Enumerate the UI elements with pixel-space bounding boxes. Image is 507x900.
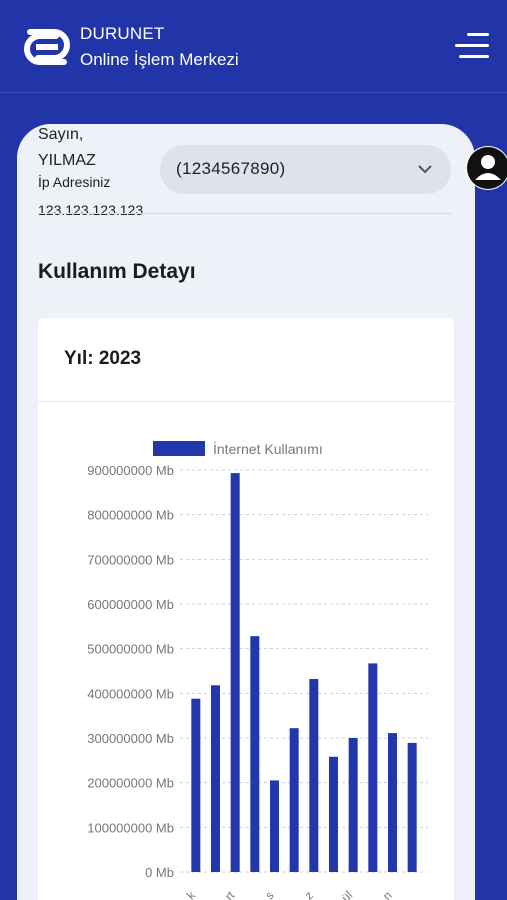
legend-swatch (153, 441, 205, 456)
y-tick-label: 100000000 Mb (87, 820, 174, 835)
bar (230, 473, 240, 872)
x-tick-label: s (262, 888, 276, 900)
x-tick-label: k (184, 888, 199, 900)
bar (270, 780, 279, 872)
y-tick-label: 500000000 Mb (87, 642, 174, 657)
x-tick-label: rt (222, 888, 238, 900)
y-tick-label: 300000000 Mb (87, 731, 174, 746)
y-tick-label: 0 Mb (145, 865, 174, 880)
y-tick-label: 200000000 Mb (87, 776, 174, 791)
y-tick-label: 900000000 Mb (87, 463, 174, 478)
x-tick-label: n (380, 888, 395, 900)
bar (368, 663, 378, 872)
bar (250, 636, 260, 872)
y-tick-label: 700000000 Mb (87, 552, 174, 567)
legend-label: İnternet Kullanımı (213, 440, 323, 457)
bar (407, 742, 417, 872)
bar (329, 756, 338, 872)
x-tick-label: ül (339, 888, 356, 900)
y-tick-label: 600000000 Mb (87, 597, 174, 612)
bar (309, 679, 319, 872)
usage-bar-chart: İnternet Kullanımı 0 Mb 100000000 Mb 200000… (87, 440, 428, 900)
bar (289, 728, 299, 872)
bar (191, 698, 201, 872)
bar (348, 738, 358, 872)
bar (211, 685, 220, 872)
bar (388, 733, 397, 872)
y-tick-label: 400000000 Mb (87, 686, 174, 701)
y-tick-label: 800000000 Mb (87, 508, 174, 523)
x-tick-label: z (302, 888, 316, 900)
